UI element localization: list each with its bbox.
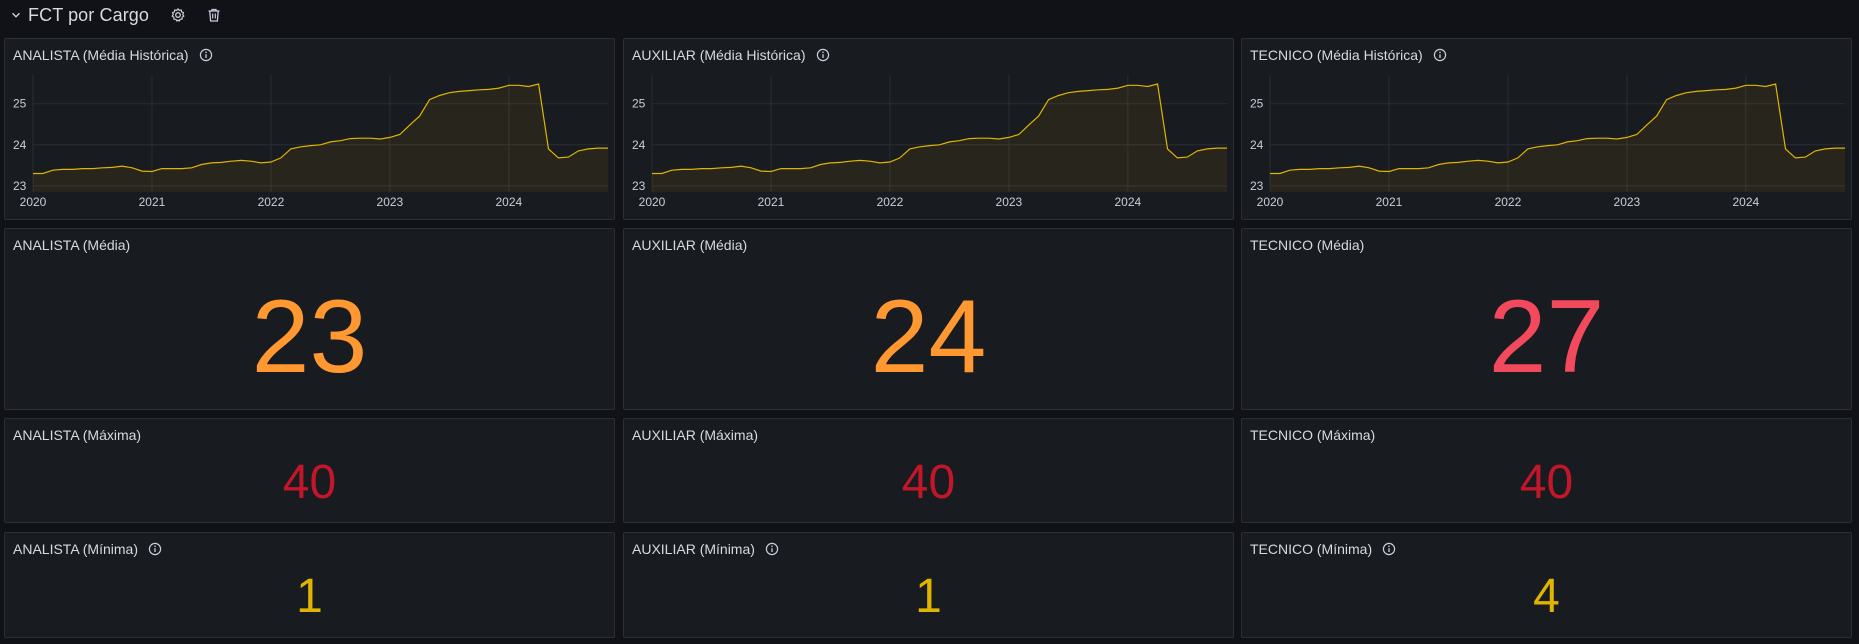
x-tick-label: 2022 (258, 195, 285, 209)
stat-value: 4 (1533, 570, 1560, 623)
y-tick-label: 23 (1250, 179, 1264, 193)
stat-value: 40 (282, 456, 337, 509)
panel-title: AUXILIAR (Mínima) (632, 541, 755, 557)
stat-value: 1 (296, 570, 323, 623)
x-tick-label: 2024 (496, 195, 523, 209)
panel-analista-historical[interactable]: ANALISTA (Média Histórica) 23 24 25 2020 202… (4, 38, 615, 220)
y-tick-label: 25 (632, 97, 646, 111)
x-tick-label: 2020 (639, 195, 666, 209)
y-tick-label: 24 (632, 138, 646, 152)
stat-value: 1 (915, 570, 942, 623)
panel-auxiliar-media[interactable]: AUXILIAR (Média) 24 (623, 228, 1234, 410)
info-icon[interactable] (765, 542, 779, 556)
panel-tecnico-max[interactable]: TECNICO (Máxima) 40 (1241, 418, 1852, 523)
panel-auxiliar-min[interactable]: AUXILIAR (Mínima) 1 (623, 532, 1234, 638)
x-tick-label: 2021 (1376, 195, 1403, 209)
y-tick-label: 25 (1250, 97, 1264, 111)
stat-value: 40 (1519, 456, 1574, 509)
x-tick-label: 2023 (1614, 195, 1641, 209)
info-icon[interactable] (1382, 542, 1396, 556)
stat-value: 23 (251, 279, 368, 395)
panel-analista-media[interactable]: ANALISTA (Média) 23 (4, 228, 615, 410)
y-tick-label: 23 (13, 179, 27, 193)
panel-analista-min[interactable]: ANALISTA (Mínima) 1 (4, 532, 615, 638)
gear-icon[interactable] (169, 6, 187, 24)
panel-title: ANALISTA (Média) (13, 237, 131, 253)
panel-title: TECNICO (Média) (1250, 237, 1365, 253)
x-tick-label: 2024 (1733, 195, 1760, 209)
chevron-down-icon[interactable] (10, 9, 22, 21)
x-tick-label: 2021 (758, 195, 785, 209)
panel-tecnico-media[interactable]: TECNICO (Média) 27 (1241, 228, 1852, 410)
stat-value: 27 (1488, 279, 1605, 395)
x-tick-label: 2020 (20, 195, 47, 209)
y-tick-label: 24 (13, 138, 27, 152)
x-tick-label: 2020 (1257, 195, 1284, 209)
panel-title: TECNICO (Máxima) (1250, 427, 1376, 443)
panel-title: ANALISTA (Mínima) (13, 541, 138, 557)
x-tick-label: 2022 (1495, 195, 1522, 209)
series-area (1270, 84, 1845, 192)
panel-title: TECNICO (Mínima) (1250, 541, 1373, 557)
y-tick-label: 24 (1250, 138, 1264, 152)
x-tick-label: 2022 (877, 195, 904, 209)
panel-tecnico-historical[interactable]: TECNICO (Média Histórica) 23 24 25 2020 2021… (1241, 38, 1852, 220)
x-tick-label: 2021 (139, 195, 166, 209)
timeseries-chart[interactable]: 23 24 25 2020 2021 2022 2023 2024 (1242, 39, 1853, 221)
y-tick-label: 25 (13, 97, 27, 111)
panel-title: ANALISTA (Máxima) (13, 427, 142, 443)
panel-title: AUXILIAR (Média) (632, 237, 748, 253)
panel-auxiliar-historical[interactable]: AUXILIAR (Média Histórica) 23 24 25 2020 202… (623, 38, 1234, 220)
panel-auxiliar-max[interactable]: AUXILIAR (Máxima) 40 (623, 418, 1234, 523)
panel-tecnico-min[interactable]: TECNICO (Mínima) 4 (1241, 532, 1852, 638)
panel-title: AUXILIAR (Máxima) (632, 427, 759, 443)
x-tick-label: 2023 (996, 195, 1023, 209)
row-header[interactable]: FCT por Cargo (10, 0, 223, 30)
timeseries-chart[interactable]: 23 24 25 2020 2021 2022 2023 2024 (5, 39, 616, 221)
stat-value: 24 (870, 279, 987, 395)
series-area (33, 84, 608, 192)
x-tick-label: 2023 (377, 195, 404, 209)
timeseries-chart[interactable]: 23 24 25 2020 2021 2022 2023 2024 (624, 39, 1235, 221)
x-tick-label: 2024 (1115, 195, 1142, 209)
stat-value: 40 (901, 456, 956, 509)
trash-icon[interactable] (205, 6, 223, 24)
panel-analista-max[interactable]: ANALISTA (Máxima) 40 (4, 418, 615, 523)
series-area (652, 84, 1227, 192)
info-icon[interactable] (148, 542, 162, 556)
row-title[interactable]: FCT por Cargo (28, 5, 149, 26)
y-tick-label: 23 (632, 179, 646, 193)
